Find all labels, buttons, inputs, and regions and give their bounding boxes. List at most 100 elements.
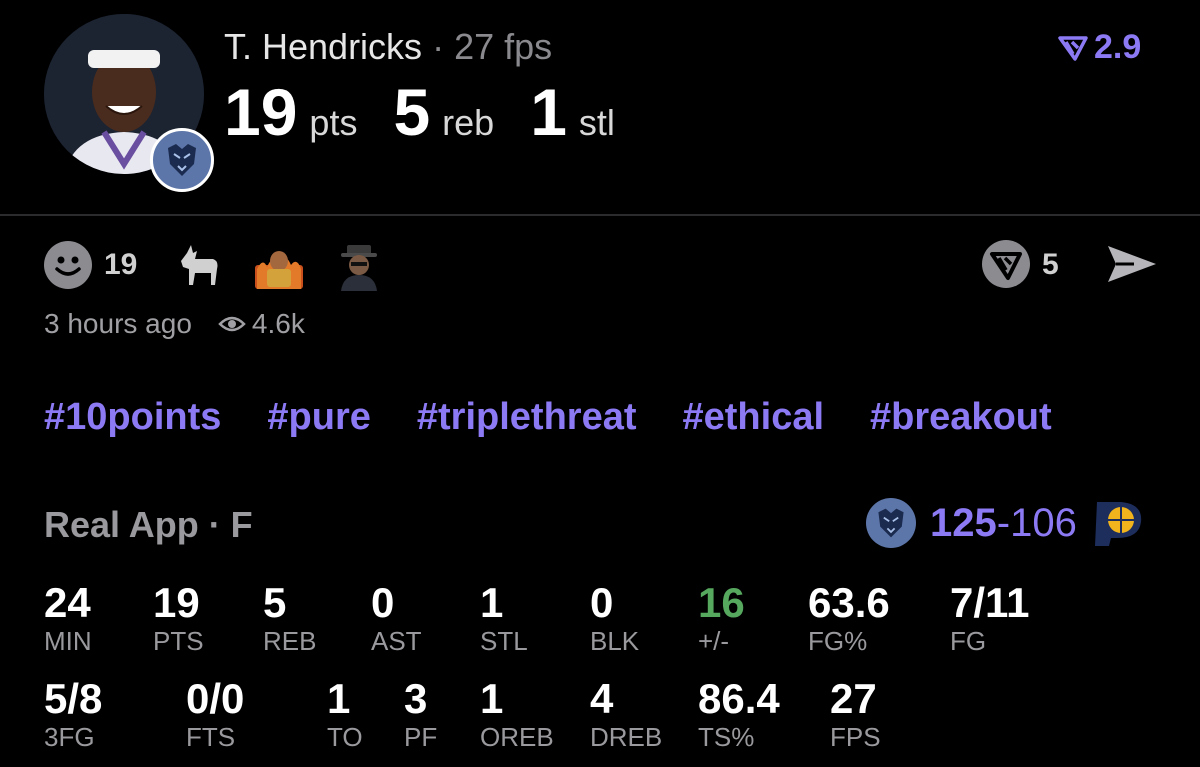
game-score[interactable]: 125-106 [866, 498, 1147, 548]
header-divider [0, 214, 1200, 216]
box-dreb: 4 DREB [590, 675, 663, 753]
score-team: 125 [930, 500, 997, 545]
team-badge-grizzlies [150, 128, 214, 192]
box-fg-label: FG [950, 626, 987, 656]
hashtag-pure[interactable]: #pure [267, 396, 370, 439]
headline-rebounds-label: reb [442, 102, 495, 143]
box-fps-value: 27 [830, 675, 877, 722]
headline-rebounds-value: 5 [393, 75, 431, 149]
fire-guy-icon [255, 251, 304, 289]
real-logo-icon [1058, 35, 1088, 61]
post-meta: 3 hours ago 4.6k [44, 308, 305, 340]
box-pf-label: PF [404, 722, 438, 752]
box-stl-value: 1 [480, 579, 504, 626]
score-dash: - [996, 500, 1011, 545]
send-icon [1108, 246, 1156, 282]
box-3fg: 5/8 3FG [44, 675, 103, 753]
share-button[interactable] [1104, 240, 1160, 288]
hashtag-list: #10points #pure #triplethreat #ethical #… [44, 396, 1052, 439]
name-separator: · [422, 26, 455, 67]
box-to: 1 TO [327, 675, 363, 753]
box-fps: 27 FPS [830, 675, 881, 753]
smile-reaction-count: 19 [104, 248, 138, 281]
box-ast-value: 0 [371, 579, 395, 626]
time-ago: 3 hours ago [44, 308, 192, 339]
grizzlies-icon [168, 144, 196, 176]
hashtag-triplethreat[interactable]: #triplethreat [417, 396, 637, 439]
box-plus-minus-label: +/- [698, 626, 730, 656]
score-text: 125-106 [930, 501, 1077, 546]
smile-icon [55, 256, 81, 276]
headline-steals-value: 1 [530, 75, 567, 149]
real-reaction-count: 5 [1042, 248, 1059, 281]
box-ts-pct-label: TS% [698, 722, 755, 752]
box-to-value: 1 [327, 675, 351, 722]
box-pts-value: 19 [153, 579, 200, 626]
box-3fg-label: 3FG [44, 722, 95, 752]
box-pf-value: 3 [404, 675, 428, 722]
hashtag-ethical[interactable]: #ethical [683, 396, 825, 439]
box-fg: 7/11 FG [950, 579, 1030, 657]
box-oreb-value: 1 [480, 675, 504, 722]
headline-steals-label: stl [578, 102, 615, 143]
box-fps-label: FPS [830, 722, 881, 752]
box-fg-pct-value: 63.6 [808, 579, 890, 626]
rating-value: 2.9 [1094, 28, 1142, 66]
box-stl-label: STL [480, 626, 528, 656]
box-to-label: TO [327, 722, 363, 752]
hashtag-breakout[interactable]: #breakout [870, 396, 1052, 439]
box-ast-label: AST [371, 626, 422, 656]
box-min-label: MIN [44, 626, 92, 656]
box-ast: 0 AST [371, 579, 422, 657]
box-pts: 19 PTS [153, 579, 204, 657]
box-reb-value: 5 [263, 579, 287, 626]
box-ts-pct-value: 86.4 [698, 675, 780, 722]
box-fts: 0/0 FTS [186, 675, 245, 753]
player-fps: 27 fps [454, 26, 553, 67]
hat-guy-reaction[interactable] [333, 239, 385, 291]
box-3fg-value: 5/8 [44, 675, 103, 722]
game-source-label: Real App · F [44, 504, 253, 545]
box-plus-minus-value: 16 [698, 579, 745, 626]
box-reb-label: REB [263, 626, 317, 656]
box-fg-value: 7/11 [950, 579, 1030, 626]
box-blk-value: 0 [590, 579, 614, 626]
rating-badge[interactable]: 2.9 [1058, 28, 1141, 67]
grizzlies-logo [866, 498, 916, 548]
box-fg-pct-label: FG% [808, 626, 868, 656]
box-reb: 5 REB [263, 579, 317, 657]
player-name-line: T. Hendricks · 27 fps [224, 26, 552, 68]
box-fts-label: FTS [186, 722, 236, 752]
box-fts-value: 0/0 [186, 675, 245, 722]
hat-guy-icon [341, 245, 378, 291]
smile-reaction-button[interactable] [44, 241, 92, 289]
box-dreb-label: DREB [590, 722, 663, 752]
hashtag-10points[interactable]: #10points [44, 396, 221, 439]
box-plus-minus: 16 +/- [698, 579, 745, 657]
box-blk: 0 BLK [590, 579, 640, 657]
player-name[interactable]: T. Hendricks [224, 26, 422, 67]
box-pf: 3 PF [404, 675, 438, 753]
box-min: 24 MIN [44, 579, 92, 657]
score-opponent: 106 [1010, 500, 1077, 545]
box-oreb-label: OREB [480, 722, 554, 752]
box-min-value: 24 [44, 579, 91, 626]
goat-reaction[interactable] [173, 239, 225, 291]
box-fg-pct: 63.6 FG% [808, 579, 890, 657]
grizzlies-icon [878, 508, 904, 538]
headline-points-label: pts [309, 102, 358, 143]
reactions-row: 19 [44, 239, 413, 291]
real-v-icon [990, 252, 1022, 280]
view-count: 4.6k [218, 308, 305, 340]
view-count-value: 4.6k [251, 308, 305, 339]
box-pts-label: PTS [153, 626, 204, 656]
eye-icon [218, 316, 246, 332]
box-blk-label: BLK [590, 626, 640, 656]
box-oreb: 1 OREB [480, 675, 554, 753]
goat-icon [181, 245, 218, 285]
real-reaction-button[interactable] [982, 240, 1030, 288]
pacers-logo-icon [1094, 502, 1141, 546]
fire-guy-reaction[interactable] [253, 239, 305, 291]
box-dreb-value: 4 [590, 675, 614, 722]
headline-stats: 19 pts 5 reb 1 stl [224, 74, 651, 150]
